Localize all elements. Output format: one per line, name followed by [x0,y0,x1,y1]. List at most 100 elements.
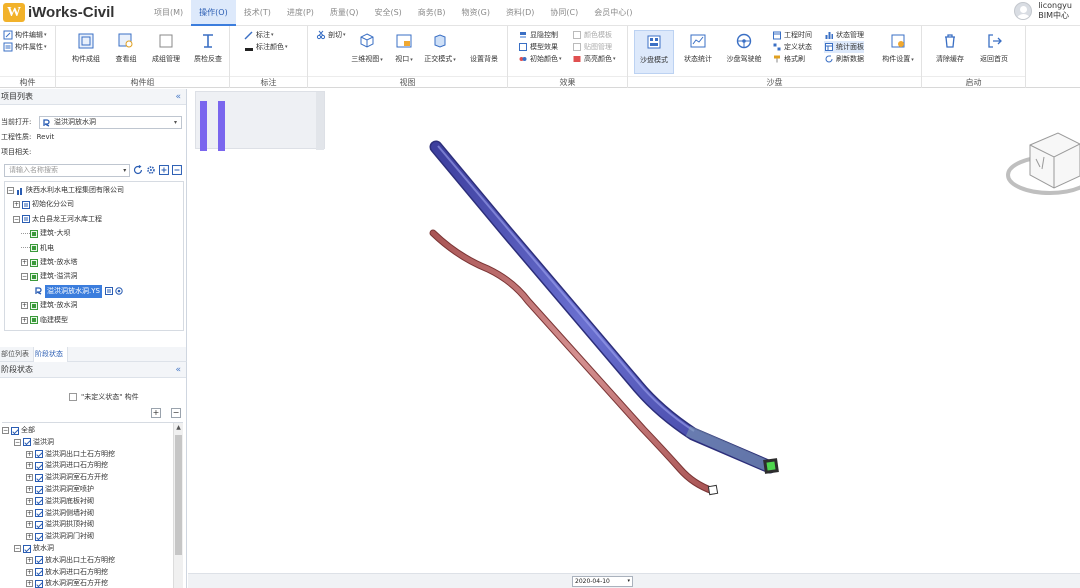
tab-1[interactable]: 阶段状态 [33,347,68,362]
stage-tree-item[interactable]: − 全部 [2,425,35,436]
stage-tree-item[interactable]: + 放水洞洞室石方开挖 [26,578,108,588]
stage-checkbox[interactable] [35,532,43,541]
expand-icon[interactable]: + [26,450,33,458]
manage-group-button[interactable]: 成组管理 [148,30,184,74]
stage-tree-item[interactable]: + 溢洪洞拱顶衬砌 [26,519,94,530]
expand-icon[interactable]: + [26,509,33,517]
collapse-icon[interactable]: − [13,215,20,223]
undefined-status-checkbox[interactable] [69,393,77,401]
expand-icon[interactable]: + [21,302,28,310]
sandbox-cockpit-button[interactable]: 沙盘驾驶舱 [724,30,764,74]
menu-item-2[interactable]: 技术(T) [236,0,279,26]
collapse-icon[interactable]: − [2,427,9,434]
tree-item[interactable]: − 太白县龙王河水库工程 [13,213,102,226]
stage-tree-item[interactable]: + 放水洞进口石方明挖 [26,567,108,578]
menu-item-7[interactable]: 物资(G) [454,0,498,26]
view-3d-button[interactable]: 三维视图▾ [350,30,384,74]
expand-icon[interactable]: + [26,568,33,576]
stage-tree-scrollbar[interactable]: ▲ [173,423,183,588]
refresh-icon[interactable] [133,165,143,175]
section-button[interactable]: 剖切 ▾ [316,29,346,41]
model-effect-button[interactable]: 模型效果 [518,41,558,53]
texture-manage-button[interactable]: 贴图管理 [572,41,612,53]
component-edit-button[interactable]: 构件编辑 ▾ [3,29,47,41]
stage-checkbox[interactable] [35,450,43,459]
tree-item[interactable]: 建筑-大坝 [21,227,71,240]
stage-tree-item[interactable]: − 溢洪洞 [14,437,54,448]
sandbox-mode-button[interactable]: 沙盘模式 [634,30,674,74]
collapse-all-icon[interactable] [172,165,182,175]
view-cube[interactable] [1006,132,1080,195]
menu-item-10[interactable]: 会员中心() [586,0,640,26]
current-project-select[interactable]: 溢洪洞放水洞 ▾ [39,116,182,129]
collapse-icon[interactable]: − [14,545,21,552]
stage-checkbox[interactable] [35,461,43,470]
tree-item[interactable]: 溢洪洞放水洞.YS [35,284,125,298]
expand-icon[interactable]: + [26,497,33,505]
expand-icon[interactable]: + [21,316,28,324]
date-select[interactable]: 2020-04-10 ▾ [572,576,633,587]
expand-all-icon[interactable] [159,165,170,175]
stage-tree-item[interactable]: + 溢洪洞出口土石方明挖 [26,449,115,460]
stage-checkbox[interactable] [35,568,43,577]
expand-icon[interactable]: + [26,462,33,470]
tree-item[interactable]: 机电 [21,242,54,255]
init-color-button[interactable]: 初始颜色 ▾ [518,53,562,65]
avatar[interactable] [1014,2,1033,20]
stage-checkbox[interactable] [35,556,43,565]
menu-item-6[interactable]: 商务(B) [410,0,454,26]
collapse-icon[interactable]: − [7,187,14,194]
spillway-tunnel[interactable] [429,140,779,474]
menu-item-4[interactable]: 质量(Q) [322,0,367,26]
back-home-button[interactable]: 返回首页 [976,30,1012,74]
tree-item[interactable]: + 临建模型 [21,314,68,327]
scroll-up-icon[interactable]: ▲ [175,424,182,432]
stat-panel-button[interactable]: 统计面板 [824,41,864,53]
tab-0[interactable]: 部位列表 [0,347,33,362]
user-info[interactable]: licongyu BIM中心 [1014,1,1072,21]
stage-checkbox[interactable] [23,438,31,447]
collapse-icon[interactable]: « [175,89,181,105]
project-time-button[interactable]: 工程时间 [772,29,812,41]
status-statistics-button[interactable]: 状态统计 [680,30,716,74]
stage-tree-item[interactable]: + 溢洪洞洞室喷护 [26,484,94,495]
stage-tree-item[interactable]: + 放水洞出口土石方明挖 [26,555,115,566]
tree-item[interactable]: − 建筑-溢洪洞 [21,270,78,283]
expand-icon[interactable]: + [26,533,33,541]
stage-checkbox[interactable] [35,485,43,494]
color-template-button[interactable]: 颜色模板 [572,29,612,41]
gear-icon[interactable] [146,165,156,175]
stage-tree-item[interactable]: − 放水洞 [14,543,54,554]
model-viewport[interactable] [188,89,1080,573]
status-manage-button[interactable]: 状态管理 [824,29,864,41]
clear-cache-button[interactable]: 清除缓存 [932,30,968,74]
tree-item[interactable]: + 建筑-放水洞 [21,299,78,312]
expand-icon[interactable]: + [26,486,33,493]
component-settings-button[interactable]: 构件设置▾ [880,30,916,74]
stage-tree-item[interactable]: + 溢洪洞进口石方明挖 [26,460,108,471]
scroll-thumb[interactable] [175,435,182,555]
expand-icon[interactable]: + [21,259,28,266]
view-group-button[interactable]: 查看组 [111,30,141,74]
menu-item-3[interactable]: 进度(P) [279,0,322,26]
collapse-icon[interactable]: − [14,438,21,446]
component-attr-button[interactable]: 构件属性 ▾ [3,41,47,53]
stage-tree-item[interactable]: + 溢洪洞洞门衬砌 [26,531,94,542]
expand-icon[interactable]: + [26,474,33,482]
stage-checkbox[interactable] [35,509,43,518]
expand-icon[interactable]: + [26,580,33,588]
list-icon[interactable] [104,287,113,296]
format-brush-button[interactable]: 格式刷 [772,53,805,65]
menu-item-5[interactable]: 安全(S) [366,0,409,26]
visibility-control-button[interactable]: 显隐控制 [518,29,558,41]
expand-button[interactable]: + [151,408,161,418]
define-status-button[interactable]: 定义状态 [772,41,812,53]
quality-check-button[interactable]: 质检反查 [190,30,226,74]
create-group-button[interactable]: 构件成组 [68,30,104,74]
collapse-icon[interactable]: « [175,362,181,378]
mark-button[interactable]: 标注 ▾ [244,29,274,41]
menu-item-0[interactable]: 项目(M) [146,0,191,26]
stage-checkbox[interactable] [35,579,43,588]
outlet-tunnel[interactable] [429,229,719,496]
mark-color-button[interactable]: 标注颜色 ▾ [244,41,288,53]
